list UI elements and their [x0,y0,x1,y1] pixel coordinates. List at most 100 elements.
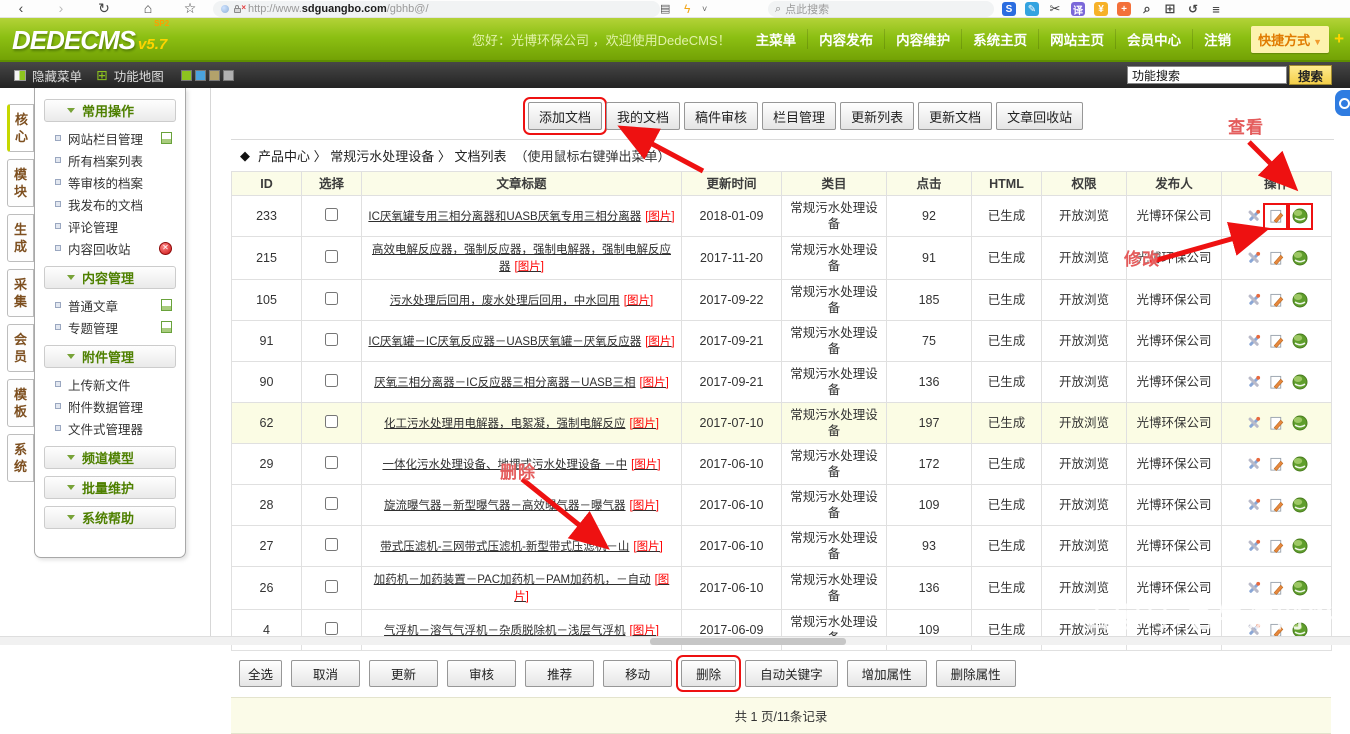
row-checkbox[interactable] [325,208,338,221]
batch-action-button[interactable]: 取消 [291,660,360,687]
sidebar-item[interactable]: 等审核的档案 [42,171,178,193]
view-globe-icon[interactable] [1291,292,1308,309]
view-globe-icon[interactable] [1291,415,1308,432]
function-search-input[interactable] [1127,66,1287,84]
row-checkbox[interactable] [325,374,338,387]
attributes-tools-icon[interactable] [1245,456,1262,473]
sogou-icon[interactable]: S [1002,2,1016,16]
edit-icon[interactable] [1268,374,1285,391]
top-action-button[interactable]: 更新列表 [840,102,914,130]
module-tab[interactable]: 生成 [7,214,34,262]
batch-action-button[interactable]: 移动 [603,660,672,687]
doc-title-link[interactable]: 带式压滤机-三网带式压滤机-新型带式压滤机－山[图片] [380,541,663,553]
batch-action-button[interactable]: 推荐 [525,660,594,687]
attributes-tools-icon[interactable] [1245,374,1262,391]
doc-title-link[interactable]: IC厌氧罐－IC厌氧反应器－UASB厌氧罐－厌氧反应器[图片] [368,336,674,348]
edit-icon[interactable] [1268,580,1285,597]
sidebar-group-header[interactable]: 系统帮助 [44,506,176,529]
module-tab[interactable]: 模板 [7,379,34,427]
doc-title-link[interactable]: 污水处理后回用，废水处理后回用，中水回用[图片] [390,295,653,307]
module-tab[interactable]: 会员 [7,324,34,372]
apps-grid-icon[interactable]: ⊞ [1163,2,1177,16]
sidebar-group-header[interactable]: 附件管理 [44,345,176,368]
top-action-button[interactable]: 我的文档 [606,102,680,130]
add-shortcut-button[interactable]: + [1334,29,1344,49]
back-icon[interactable]: ‹ [10,0,32,18]
theme-blue[interactable] [195,70,206,81]
edit-icon[interactable] [1268,415,1285,432]
breadcrumb-path[interactable]: 产品中心 〉 常规污水处理设备 〉 文档列表 [258,146,506,165]
view-globe-icon[interactable] [1291,580,1308,597]
doc-title-link[interactable]: 一体化污水处理设备、地埋式污水处理设备 －中[图片] [382,459,660,471]
row-checkbox[interactable] [325,622,338,635]
batch-action-button[interactable]: 全选 [239,660,282,687]
theme-gray[interactable] [223,70,234,81]
row-checkbox[interactable] [325,250,338,263]
module-tab[interactable]: 采集 [7,269,34,317]
edit-icon[interactable] [1268,250,1285,267]
top-action-button[interactable]: 栏目管理 [762,102,836,130]
header-menu-item[interactable]: 注销 [1192,29,1242,49]
sidebar-item[interactable]: 上传新文件 [42,373,178,395]
sidebar-item[interactable]: 专题管理 [42,316,178,338]
view-globe-icon[interactable] [1291,374,1308,391]
theme-green[interactable] [181,70,192,81]
theme-tan[interactable] [209,70,220,81]
home-icon[interactable]: ⌂ [137,0,159,18]
batch-action-button[interactable]: 删除 [681,660,736,687]
attributes-tools-icon[interactable] [1245,292,1262,309]
refresh-icon[interactable]: ↻ [93,0,115,18]
sidebar-item[interactable]: 我发布的文档 [42,193,178,215]
view-globe-icon[interactable] [1291,538,1308,555]
top-action-button[interactable]: 更新文档 [918,102,992,130]
sidebar-item[interactable]: 网站栏目管理 [42,127,178,149]
batch-action-button[interactable]: 增加属性 [847,660,927,687]
doc-title-link[interactable]: 加药机－加药装置－PAC加药机－PAM加药机，－自动[图片] [374,574,670,603]
sidebar-group-header[interactable]: 频道模型 [44,446,176,469]
sidebar-item[interactable]: 普通文章 [42,294,178,316]
attributes-tools-icon[interactable] [1245,415,1262,432]
sidebar-group-header[interactable]: 常用操作 [44,99,176,122]
doc-title-link[interactable]: 厌氧三相分离器－IC反应器三相分离器－UASB三相[图片] [374,377,669,389]
view-globe-icon[interactable] [1291,333,1308,350]
url-bar[interactable]: × http://www.sdguangbo.com/gbhb@/ [213,1,660,17]
sidebar-item[interactable]: 附件数据管理 [42,395,178,417]
view-globe-icon[interactable] [1291,250,1308,267]
scissors-icon[interactable]: ✂ [1048,2,1062,16]
function-map-button[interactable]: ⊞ 功能地图 [96,66,164,85]
top-action-button[interactable]: 稿件审核 [684,102,758,130]
speed-mode-caret-icon[interactable]: ˅ [702,0,707,18]
row-checkbox[interactable] [325,497,338,510]
hide-menu-button[interactable]: 隐藏菜单 [14,66,82,85]
header-menu-item[interactable]: 系统主页 [961,29,1038,49]
view-globe-icon[interactable] [1291,208,1308,225]
function-search-button[interactable]: 搜索 [1289,65,1332,85]
sidebar-item[interactable]: 文件式管理器 [42,417,178,439]
wallet-icon[interactable]: ¥ [1094,2,1108,16]
shortcut-button[interactable]: 快捷方式▼ [1251,26,1329,53]
find-icon[interactable]: ⌕ [1140,2,1154,16]
module-tab[interactable]: 系统 [7,434,34,482]
batch-action-button[interactable]: 更新 [369,660,438,687]
forward-icon[interactable]: › [50,0,72,18]
doc-title-link[interactable]: 化工污水处理用电解器，电絮凝，强制电解反应[图片] [384,418,659,430]
edit-icon[interactable] [1268,456,1285,473]
attributes-tools-icon[interactable] [1245,497,1262,514]
row-checkbox[interactable] [325,456,338,469]
doc-title-link[interactable]: 气浮机－溶气气浮机－杂质脱除机－浅层气浮机[图片] [384,625,659,637]
sidebar-item[interactable]: 评论管理 [42,215,178,237]
pencil-ext-icon[interactable]: ✎ [1025,2,1039,16]
game-icon[interactable]: + [1117,2,1131,16]
top-action-button[interactable]: 添加文档 [528,102,602,130]
speed-mode-icon[interactable]: ϟ [684,0,690,18]
edit-icon[interactable] [1268,208,1285,225]
menu-icon[interactable]: ≡ [1209,2,1223,16]
edit-icon[interactable] [1268,292,1285,309]
sidebar-group-header[interactable]: 批量维护 [44,476,176,499]
edit-icon[interactable] [1268,497,1285,514]
undo-icon[interactable]: ↺ [1186,2,1200,16]
module-tab[interactable]: 模块 [7,159,34,207]
attributes-tools-icon[interactable] [1245,333,1262,350]
row-checkbox[interactable] [325,580,338,593]
row-checkbox[interactable] [325,415,338,428]
